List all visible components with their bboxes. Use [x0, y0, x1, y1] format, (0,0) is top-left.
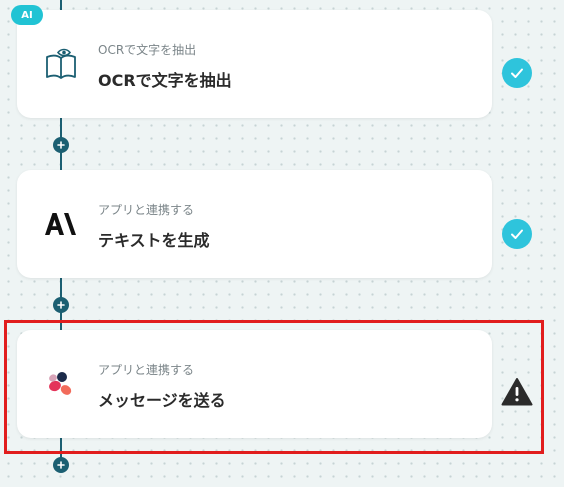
step-complete-check-icon	[502, 58, 532, 88]
ai-badge: AI	[11, 5, 43, 25]
warning-icon	[501, 377, 533, 407]
anthropic-logo-icon	[41, 204, 81, 244]
add-step-button[interactable]	[53, 457, 69, 473]
step-title: テキストを生成	[98, 231, 210, 250]
chatwork-logo-icon	[41, 364, 81, 404]
step-subtitle: アプリと連携する	[98, 203, 195, 217]
plus-icon	[57, 461, 65, 469]
flow-connector	[60, 150, 62, 170]
step-complete-check-icon	[502, 219, 532, 249]
step-subtitle: アプリと連携する	[98, 363, 195, 377]
flow-step-card-send-message[interactable]: アプリと連携する メッセージを送る	[17, 330, 492, 438]
flow-connector	[60, 276, 62, 298]
plus-icon	[57, 301, 65, 309]
plus-icon	[57, 141, 65, 149]
step-subtitle: OCRで文字を抽出	[98, 43, 197, 57]
ocr-book-eye-icon	[41, 44, 81, 84]
flow-step-card-ocr[interactable]: AI OCRで文字を抽出 OCRで文字を抽出	[11, 5, 492, 118]
add-step-button[interactable]	[53, 297, 69, 313]
step-title: OCRで文字を抽出	[98, 71, 232, 90]
flow-connector	[60, 310, 62, 330]
step-title: メッセージを送る	[98, 391, 226, 410]
flow-step-card-generate-text[interactable]: アプリと連携する テキストを生成	[17, 170, 492, 278]
add-step-button[interactable]	[53, 137, 69, 153]
flow-connector	[60, 436, 62, 458]
